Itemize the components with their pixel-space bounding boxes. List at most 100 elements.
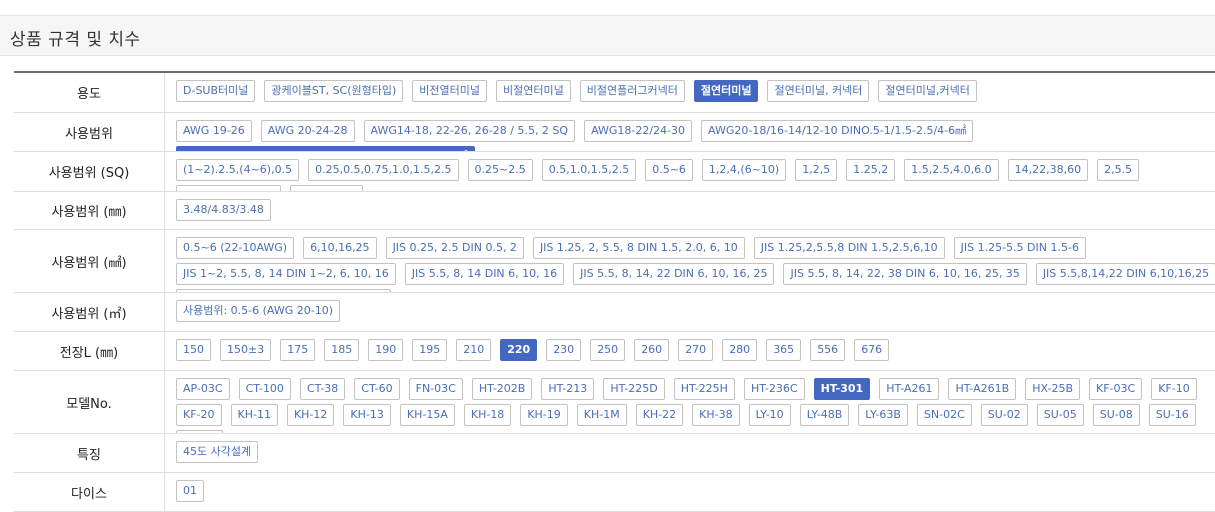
option-button[interactable]: 절연터미널,커넥터 [878,80,977,102]
option-button[interactable]: SU-05 [1036,404,1084,426]
option-button[interactable]: 260 [634,339,670,361]
spec-table: 용도 D-SUB터미널 광케이블ST, SC(원형타입) 비전열터미널 비절연터미널 비절… [14,71,1215,512]
option-button[interactable]: 365 [766,339,802,361]
option-button[interactable]: HT-236C [743,378,805,400]
option-button[interactable]: JIS 1.25,2,5.5,8 DIN 1.5,2.5,6,10 [753,237,945,259]
option-button[interactable]: KF-20 [176,404,222,426]
option-button[interactable]: (1~2).2.5,(4~6),0.5 [176,159,300,181]
option-button[interactable]: HT-225D [603,378,665,400]
option-button[interactable]: JIS 5.5,8,14,22 DIN 6,10,16,25 [1035,263,1215,285]
option-button[interactable]: JIS 1.25, 2, 5.5, 8 DIN 1.5, 2.0, 6, 10 [532,237,745,259]
option-button[interactable]: 175 [280,339,316,361]
spec-row-label: 사용범위 (㎡) [14,293,165,331]
option-button[interactable]: 45도 사각설계 [176,441,259,463]
option-button[interactable]: KH-13 [343,404,391,426]
option-button[interactable]: KH-15A [399,404,455,426]
option-button[interactable]: 280 [722,339,758,361]
option-button[interactable]: CT-100 [238,378,291,400]
option-button[interactable]: KH-19 [520,404,568,426]
option-button[interactable]: 0.5~6 [645,159,693,181]
option-button[interactable]: CT-60 [354,378,400,400]
option-button[interactable]: LY-48B [799,404,850,426]
spec-row-label: 사용범위 (㎟) [14,230,165,292]
option-button[interactable]: 185 [324,339,360,361]
option-button[interactable]: 250 [590,339,626,361]
option-button[interactable]: 190 [368,339,404,361]
option-button[interactable]: AWG18-22/24-30 [584,120,693,142]
option-button[interactable]: JIS 1~2, 5.5, 8, 14 DIN 1~2, 6, 10, 16 [176,263,396,285]
option-button[interactable]: 0.25,0.5,0.75,1.0,1.5,2.5 [308,159,459,181]
option-button[interactable]: HX-25B [1025,378,1081,400]
option-button-selected[interactable]: HT-301 [813,378,871,400]
option-button[interactable]: 1,2,4,(6~10) [701,159,787,181]
option-button[interactable]: JIS 0.25, 2.5 DIN 0.5, 2 [385,237,524,259]
option-button[interactable]: 22,38,60,80,100 [176,185,281,191]
option-button[interactable]: KF-10 [1151,378,1197,400]
option-button[interactable]: 0.5,1.0,1.5,2.5 [541,159,637,181]
option-button[interactable]: 1.25,2 [846,159,896,181]
option-button[interactable]: KH-38 [692,404,740,426]
option-button[interactable]: KH-12 [286,404,335,426]
option-button[interactable]: CT-38 [299,378,346,400]
option-button[interactable]: AWG 20-24-28 [260,120,355,142]
option-button[interactable]: HT-225H [673,378,735,400]
option-button[interactable]: 556 [810,339,846,361]
option-list: 사용범위: 0.5-6 (AWG 20-10) [165,293,1215,331]
option-list: (1~2).2.5,(4~6),0.5 0.25,0.5,0.75,1.0,1.5… [165,152,1215,191]
option-button[interactable]: 비절연플러그커넥터 [579,80,685,102]
option-button[interactable]: 14,22,38,60 [1007,159,1089,181]
option-button[interactable]: HT-A261B [948,378,1017,400]
option-button[interactable]: AWG20-18/16-14/12-10 DINO.5-1/1.5-2.5/4-… [701,120,974,142]
option-button[interactable]: 1,2,5 [795,159,838,181]
option-button[interactable]: 270 [678,339,714,361]
spec-row: 사용범위 (㎟) 0.5~6 (22-10AWG) 6,10,16,25 JIS 0.… [14,230,1215,293]
option-button[interactable]: KH-1M [576,404,627,426]
option-button[interactable]: 절연터미널, 커넥터 [767,80,870,102]
option-button[interactable]: 비절연터미널 [496,80,571,102]
option-button[interactable]: SU-22 [176,430,223,433]
option-button[interactable]: 210 [456,339,492,361]
option-button[interactable]: 6,10,16,25 [303,237,377,259]
option-button[interactable]: SN-02C [916,404,972,426]
option-button[interactable]: JIS 5.5, 8, 14 DIN 6, 10, 16 [404,263,565,285]
option-button[interactable]: SU-08 [1092,404,1140,426]
option-button[interactable]: 150 [176,339,211,361]
option-button[interactable]: 비전열터미널 [412,80,488,102]
option-button[interactable]: 8,14,22,38 [289,185,364,191]
option-button[interactable]: 230 [546,339,582,361]
option-button[interactable]: AWG14-18, 22-26, 26-28 / 5.5, 2 SQ [363,120,576,142]
option-button-selected[interactable]: 220 [500,339,538,361]
option-button[interactable]: 676 [854,339,890,361]
option-button[interactable]: LY-10 [748,404,791,426]
option-button[interactable]: HT-202B [471,378,533,400]
option-button[interactable]: 01 [176,480,204,502]
option-button[interactable]: 195 [412,339,448,361]
option-button[interactable]: SU-02 [980,404,1028,426]
option-button[interactable]: HT-A261 [879,378,940,400]
option-button[interactable]: 광케이블ST, SC(원형타입) [264,80,404,102]
option-button[interactable]: JIS 1.25-5.5 DIN 1.5-6 [953,237,1086,259]
option-button[interactable]: 0.5~6 (22-10AWG) [176,237,295,259]
option-button[interactable]: JIS 5.5,8,14,22,38 DIN 6,10,16,25,35 [176,289,392,292]
option-button[interactable]: KH-18 [463,404,512,426]
option-button[interactable]: FN-03C [408,378,463,400]
option-button[interactable]: KH-11 [230,404,278,426]
option-button[interactable]: 1.5,2.5,4.0,6.0 [904,159,999,181]
option-button[interactable]: D-SUB터미널 [176,80,256,102]
option-button[interactable]: AWG 19-26 [176,120,252,142]
option-button[interactable]: KF-03C [1089,378,1143,400]
option-button[interactable]: 150±3 [220,339,272,361]
option-button[interactable]: AP-03C [176,378,230,400]
option-button-selected[interactable]: AWG22-18/16-14/12-10 DINO.5-1/1.5-2.5/4-… [176,146,475,151]
option-button[interactable]: HT-213 [541,378,595,400]
option-button[interactable]: 0.25~2.5 [467,159,533,181]
option-button[interactable]: 2,5.5 [1097,159,1140,181]
option-button-selected[interactable]: 절연터미널 [693,80,759,102]
option-button[interactable]: LY-63B [858,404,908,426]
option-button[interactable]: 3.48/4.83/3.48 [176,199,271,221]
option-button[interactable]: SU-16 [1148,404,1196,426]
option-button[interactable]: JIS 5.5, 8, 14, 22 DIN 6, 10, 16, 25 [573,263,775,285]
option-button[interactable]: KH-22 [635,404,684,426]
option-button[interactable]: JIS 5.5, 8, 14, 22, 38 DIN 6, 10, 16, 25… [783,263,1027,285]
option-button[interactable]: 사용범위: 0.5-6 (AWG 20-10) [176,300,341,322]
